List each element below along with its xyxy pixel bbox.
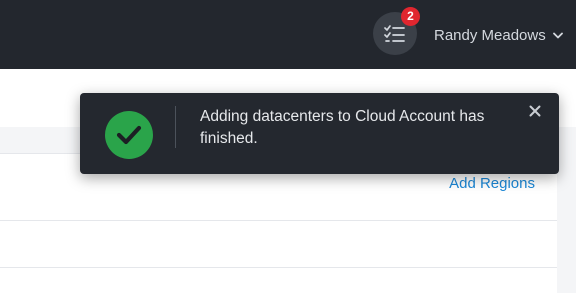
user-name: Randy Meadows bbox=[434, 26, 546, 44]
top-navigation-bar: 2 Randy Meadows bbox=[0, 0, 576, 69]
add-regions-link[interactable]: Add Regions bbox=[449, 175, 535, 192]
task-list-icon bbox=[384, 24, 406, 44]
toast-message: Adding datacenters to Cloud Account has … bbox=[200, 108, 485, 147]
user-menu[interactable]: Randy Meadows bbox=[434, 25, 563, 45]
regions-panel: Add Regions bbox=[0, 153, 557, 294]
row-divider bbox=[0, 267, 557, 268]
tasks-count-badge: 2 bbox=[401, 7, 420, 26]
toast-divider bbox=[175, 106, 176, 148]
close-icon[interactable] bbox=[526, 102, 544, 120]
check-circle-icon bbox=[105, 111, 153, 159]
success-toast: Adding datacenters to Cloud Account has … bbox=[80, 93, 559, 174]
row-divider bbox=[0, 220, 557, 221]
chevron-down-icon bbox=[552, 32, 563, 39]
